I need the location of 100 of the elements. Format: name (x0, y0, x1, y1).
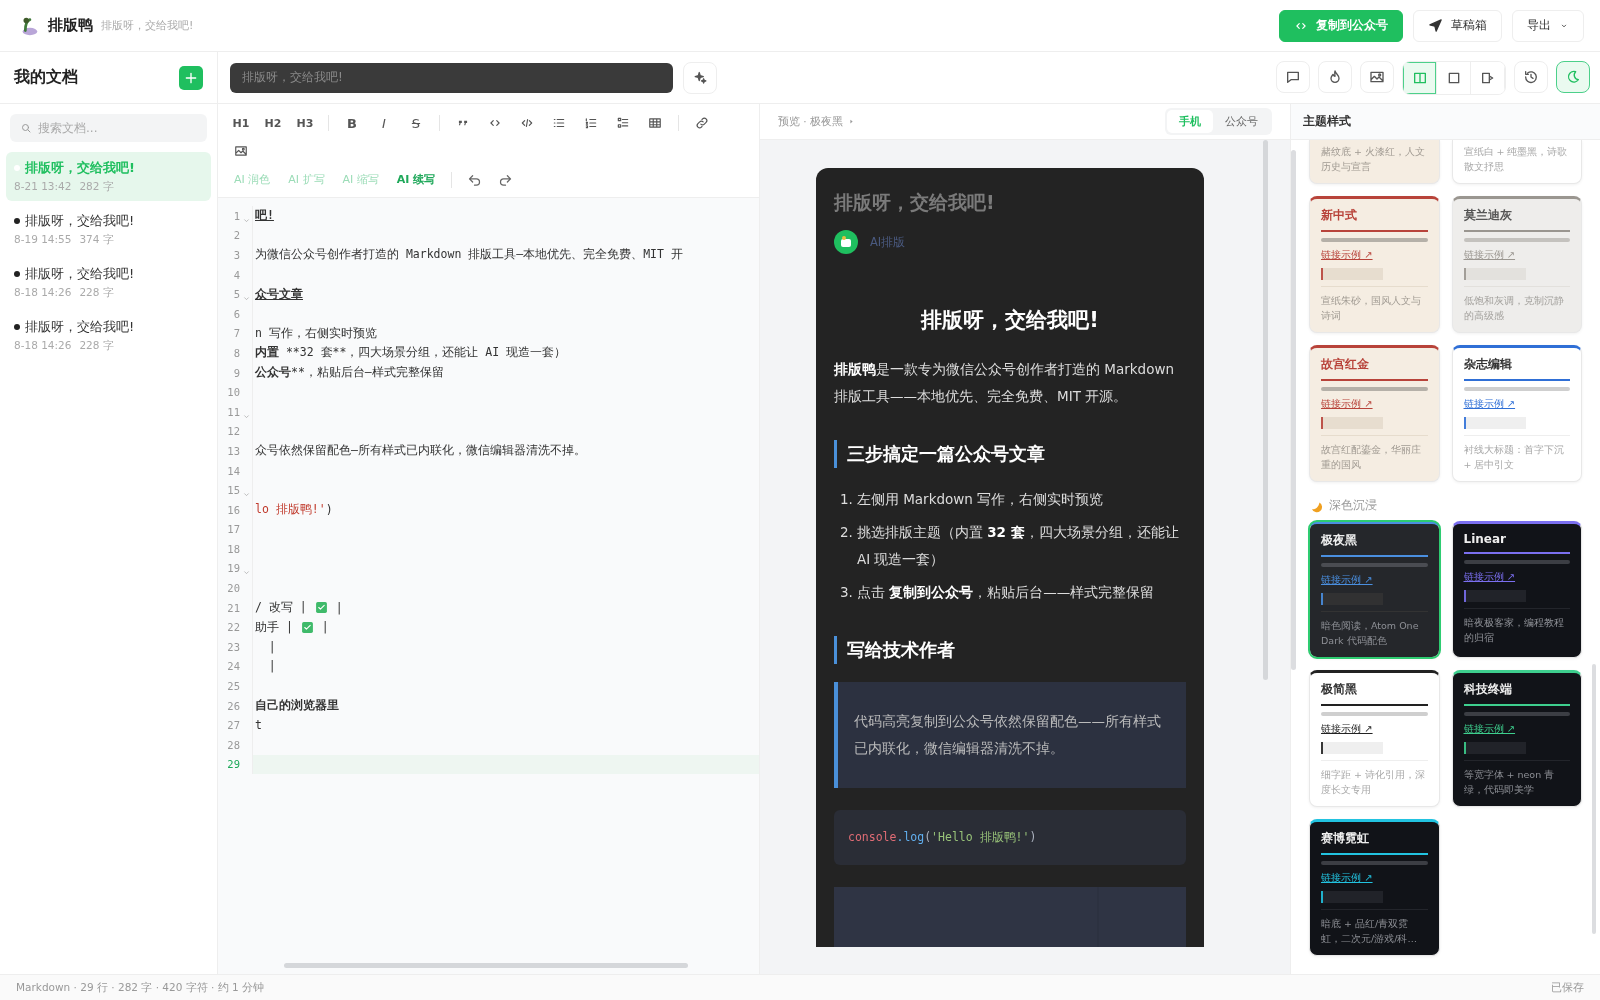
theme-description: 宣纸白 + 纯墨黑，诗歌散文抒思 (1463, 145, 1569, 174)
format-button[interactable]: B (339, 112, 365, 134)
line-number: 1 (232, 209, 240, 222)
quote-bar (1321, 593, 1383, 605)
quote-bar (1463, 417, 1526, 429)
code-line: 吧! (254, 208, 274, 224)
theme-description: 暗夜极客家，编程教程的归宿 (1463, 616, 1565, 645)
task-list-icon (616, 116, 630, 130)
code-text: | (335, 600, 343, 615)
theme-card[interactable]: 杂志编辑 链接示例 ↗ 衬线大标题：首字下沉 + 居中引文 (1451, 345, 1582, 482)
theme-description: 故宫红配鎏金，华丽庄重的国风 (1321, 443, 1422, 472)
article-heading: 排版呀，交给我吧! (919, 307, 1100, 334)
list-text: 点击 复制到公众号，粘贴后台——样式完整保留 (856, 583, 1155, 602)
format-button[interactable]: H2 (260, 112, 286, 134)
code-line: 自己的浏览器里 (254, 698, 339, 714)
theme-card[interactable]: 极简黑 链接示例 ↗ 细字距 + 诗化引用，深度长文专用 (1309, 670, 1440, 807)
word-count: 282 字 (79, 180, 114, 194)
author-name: AI排版 (870, 234, 906, 250)
sample-link[interactable]: 链接示例 ↗ (1321, 397, 1428, 411)
line-number: 6 (232, 307, 240, 320)
list-text: 左侧用 Markdown 写作，右侧实时预览 (856, 490, 1104, 509)
theme-name: 杂志编辑 (1463, 356, 1513, 373)
theme-card[interactable]: Linear 链接示例 ↗ 暗夜极客家，编程教程的归宿 (1451, 521, 1582, 658)
image-icon (234, 144, 248, 158)
line-number: 3 (232, 249, 240, 261)
code-text: 助手 | (255, 619, 293, 635)
line-number: 17 (226, 523, 240, 536)
app-tagline: 排版呀，交给我吧! (101, 18, 194, 33)
theme-name: 赛博霓虹 (1321, 830, 1370, 847)
device-tab[interactable]: 公众号 (1213, 110, 1270, 133)
code-block: console.log('Hello 排版鸭!') (834, 810, 1186, 865)
theme-name: 科技终端 (1463, 681, 1513, 698)
document-item[interactable]: 排版呀，交给我吧! 8-18 14:26 228 字 (6, 311, 211, 360)
moon-icon (1565, 68, 1581, 85)
panel-title: 主题样式 (1291, 104, 1600, 140)
drafts-button[interactable]: 草稿箱 (1413, 9, 1502, 42)
link-icon (695, 116, 709, 130)
code-line: n 写作，右侧实时预览 (254, 325, 377, 341)
theme-description: 宣纸朱砂，国风人文与诗词 (1321, 294, 1422, 323)
line-number: 28 (226, 738, 240, 751)
sample-link[interactable]: 链接示例 ↗ (1321, 573, 1428, 587)
image-button[interactable] (1360, 60, 1394, 93)
code-line: 公众号**，粘贴后台—样式完整保留 (254, 365, 444, 381)
send-icon (1428, 18, 1443, 33)
redo-icon (498, 172, 514, 187)
quote-bar (1321, 742, 1383, 754)
export-button[interactable]: 导出 (1512, 9, 1584, 42)
fire-button[interactable] (1318, 60, 1352, 93)
blockquote: 代码高亮复制到公众号依然保留配色——所有样式已内联化，微信编辑器清洗不掉。 (834, 682, 1186, 788)
line-number: 15 (226, 484, 240, 497)
sample-link[interactable]: 链接示例 ↗ (1463, 722, 1570, 736)
document-title: 排版呀，交给我吧! (25, 212, 135, 230)
status-text: Markdown · 29 行 · 282 字 · 420 字符 · 约 1 分钟 (16, 980, 265, 995)
theme-card[interactable]: 莫兰迪灰 链接示例 ↗ 低饱和灰调，克制沉静的高级感 (1451, 196, 1582, 333)
line-number: 10 (226, 386, 240, 399)
sample-link[interactable]: 链接示例 ↗ (1321, 722, 1428, 736)
list-number: 3. (840, 583, 853, 602)
format-button[interactable]: S (403, 112, 429, 134)
undo-icon (467, 172, 483, 187)
format-button[interactable]: I (371, 112, 397, 134)
article-title: 排版呀，交给我吧! (834, 190, 996, 215)
theme-card[interactable]: 赛博霓虹 链接示例 ↗ 暗底 + 品红/青双霓虹，二次元/游戏/科… (1309, 819, 1440, 956)
theme-description: 低饱和灰调，克制沉静的高级感 (1463, 294, 1565, 323)
theme-card[interactable]: 故宫红金 链接示例 ↗ 故宫红配鎏金，华丽庄重的国风 (1309, 345, 1440, 482)
format-button[interactable]: H1 (228, 112, 254, 134)
theme-card[interactable]: 新中式 链接示例 ↗ 宣纸朱砂，国风人文与诗词 (1309, 196, 1440, 333)
theme-card[interactable]: 极夜黑 链接示例 ↗ 暗色阅读，Atom One Dark 代码配色 (1309, 521, 1440, 658)
sidebar-title: 我的文档 (14, 67, 78, 88)
document-item[interactable]: 排版呀，交给我吧! 8-19 14:55 374 字 (6, 205, 211, 254)
sample-link[interactable]: 链接示例 ↗ (1321, 871, 1428, 885)
line-number: 4 (232, 268, 240, 281)
theme-description: 暗色阅读，Atom One Dark 代码配色 (1321, 619, 1420, 648)
quote-bar (1321, 891, 1383, 903)
document-date: 8-21 13:42 (14, 180, 72, 194)
sparkle-button[interactable] (683, 61, 717, 94)
list-number: 1. (840, 490, 853, 509)
theme-name: 极夜黑 (1321, 532, 1358, 549)
history-button[interactable] (1514, 60, 1548, 93)
document-date: 8-18 14:26 (14, 286, 72, 300)
comment-button[interactable] (1276, 60, 1310, 93)
sample-link[interactable]: 链接示例 ↗ (1463, 397, 1570, 411)
paragraph: 排版鸭是一款专为微信公众号创作者打造的 Markdown 排版工具——本地优先、完全免费、MIT 开源。 (834, 360, 1175, 406)
document-item[interactable]: 排版呀，交给我吧! 8-18 14:26 228 字 (6, 258, 211, 307)
format-button[interactable]: H3 (292, 112, 318, 134)
theme-name: 极简黑 (1321, 681, 1358, 698)
line-number: 13 (226, 444, 240, 457)
sample-link[interactable]: 链接示例 ↗ (1463, 570, 1570, 584)
search-field[interactable]: 搜索文档... (10, 114, 207, 142)
document-date: 8-18 14:26 (14, 339, 72, 353)
avatar-icon (834, 230, 858, 254)
code-line: 众号文章 (254, 286, 303, 302)
theme-card[interactable]: 科技终端 链接示例 ↗ 等宽字体 + neon 青绿，代码即美学 (1451, 670, 1582, 807)
line-number: 25 (226, 680, 240, 693)
section-heading: 三步搞定一篇公众号文章 (834, 440, 1186, 468)
code-line: | (267, 659, 276, 674)
quote-bar (1321, 417, 1383, 429)
line-number: 21 (226, 601, 240, 614)
numbered-list-icon (584, 116, 598, 130)
sample-link[interactable]: 链接示例 ↗ (1321, 248, 1428, 262)
list-number: 2. (840, 523, 853, 542)
